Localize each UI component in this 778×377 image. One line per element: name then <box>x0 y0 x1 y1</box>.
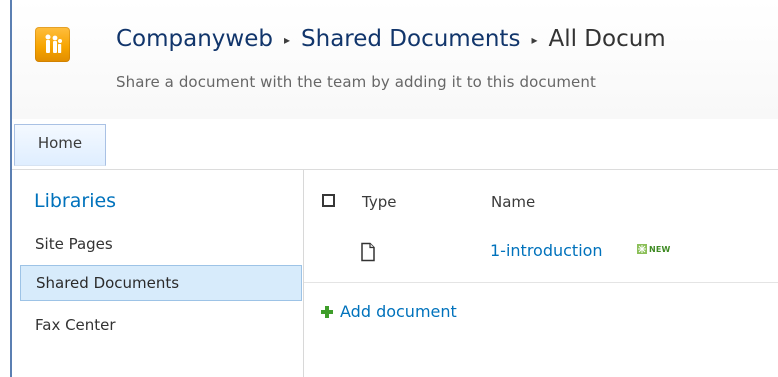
breadcrumb-separator: ▸ <box>283 33 291 47</box>
document-icon <box>361 242 375 262</box>
add-document-label: Add document <box>340 302 457 321</box>
left-window-frame <box>0 0 12 377</box>
add-document-link[interactable]: Add document <box>321 302 457 321</box>
document-library: Type Name 1-introduction NEW Add documen… <box>304 170 778 377</box>
quick-launch: Libraries Site Pages Shared Documents Fa… <box>12 170 304 377</box>
breadcrumb-shared-documents[interactable]: Shared Documents <box>301 27 520 51</box>
breadcrumb-companyweb[interactable]: Companyweb <box>116 27 273 51</box>
quick-launch-item-shared-documents[interactable]: Shared Documents <box>20 265 302 301</box>
quick-launch-item-site-pages[interactable]: Site Pages <box>20 226 302 262</box>
breadcrumb: Companyweb ▸ Shared Documents ▸ All Docu… <box>116 23 778 55</box>
document-link[interactable]: 1-introduction <box>490 241 603 260</box>
new-badge-label: NEW <box>649 244 671 254</box>
sharepoint-window: Companyweb ▸ Shared Documents ▸ All Docu… <box>0 0 778 377</box>
new-badge: NEW <box>637 244 671 254</box>
site-logo[interactable] <box>35 27 70 62</box>
quick-launch-heading[interactable]: Libraries <box>34 190 116 212</box>
library-description: Share a document with the team by adding… <box>116 73 596 91</box>
add-icon <box>321 305 333 318</box>
quick-launch-item-fax-center[interactable]: Fax Center <box>20 307 302 343</box>
new-sparkle-icon <box>637 244 647 254</box>
column-header-name[interactable]: Name <box>491 193 535 211</box>
ribbon <box>12 119 778 170</box>
site-people-icon <box>45 34 62 53</box>
select-all-checkbox[interactable] <box>322 194 335 207</box>
breadcrumb-separator: ▸ <box>531 33 538 47</box>
tab-home[interactable]: Home <box>14 124 106 166</box>
page-header: Companyweb ▸ Shared Documents ▸ All Docu… <box>12 0 778 120</box>
table-row[interactable]: 1-introduction NEW <box>304 234 778 283</box>
column-header-type[interactable]: Type <box>362 193 396 211</box>
breadcrumb-all-documents[interactable]: All Docum <box>548 27 665 51</box>
